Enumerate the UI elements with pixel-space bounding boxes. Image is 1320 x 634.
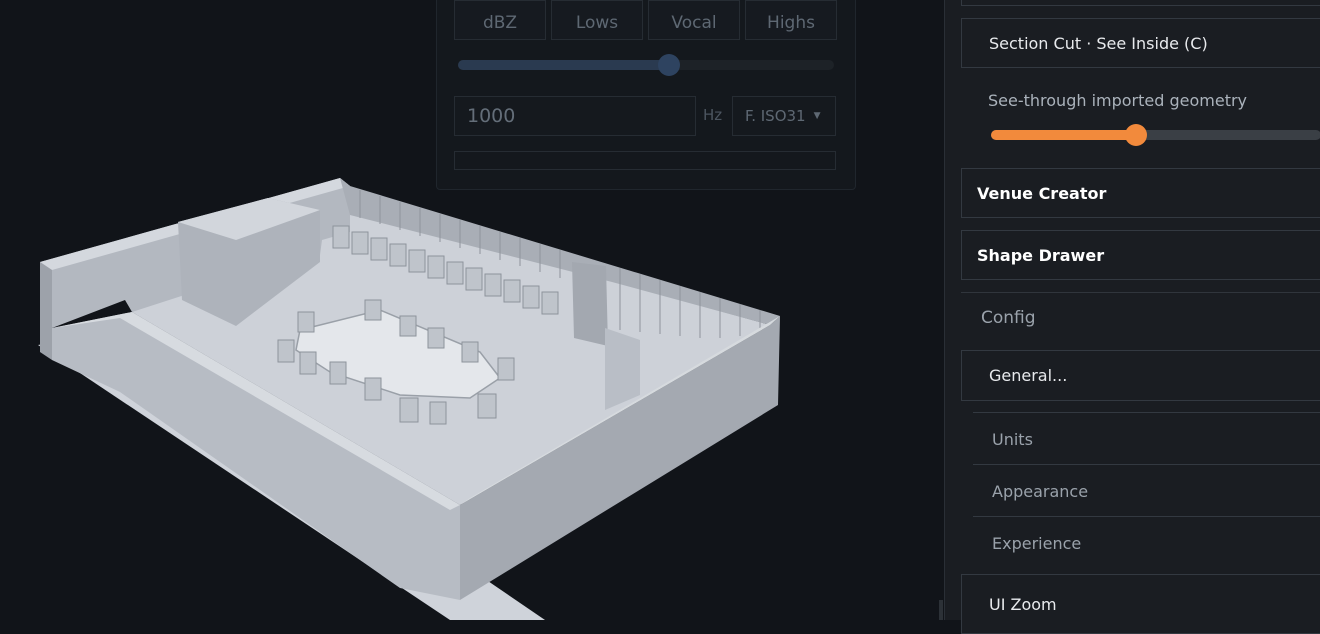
see-through-slider-thumb[interactable] [1125,124,1148,146]
frequency-unit-label: Hz [703,106,723,124]
see-through-label: See-through imported geometry [988,91,1248,110]
side-panel: Section Cut · See Inside (C) See-through… [939,0,1320,634]
units-item[interactable]: Units [973,412,1320,465]
appearance-item[interactable]: Appearance [973,464,1320,517]
3d-viewport[interactable]: dBZ Lows Vocal Highs Hz F. ISO31 ▼ [0,0,944,620]
general-button[interactable]: General... [961,350,1320,401]
frequency-input[interactable] [454,96,696,136]
panel-scrollbar[interactable] [939,600,943,620]
frequency-slider-thumb[interactable] [657,54,680,76]
previous-item-edge [961,0,1320,6]
frequency-slider-fill [458,60,669,70]
venue-creator-section[interactable]: Venue Creator [961,168,1320,218]
see-through-slider[interactable] [991,124,1320,146]
wall-left [40,262,52,360]
level-meter [454,151,836,170]
band-button-lows[interactable]: Lows [551,0,643,40]
shape-drawer-section[interactable]: Shape Drawer [961,230,1320,280]
config-divider [961,292,1320,293]
filter-select[interactable]: F. ISO31 ▼ [732,96,836,136]
band-button-highs[interactable]: Highs [745,0,837,40]
section-cut-button[interactable]: Section Cut · See Inside (C) [961,18,1320,68]
band-button-dbz[interactable]: dBZ [454,0,546,40]
ui-zoom-button[interactable]: UI Zoom [961,574,1320,634]
chevron-down-icon: ▼ [813,111,821,121]
config-label: Config [981,308,1036,328]
filter-select-value: F. ISO31 [745,107,806,125]
frequency-slider[interactable] [458,54,834,76]
pillar [572,262,608,346]
see-through-slider-fill [991,130,1137,140]
experience-item[interactable]: Experience [973,516,1320,569]
band-button-vocal[interactable]: Vocal [648,0,740,40]
